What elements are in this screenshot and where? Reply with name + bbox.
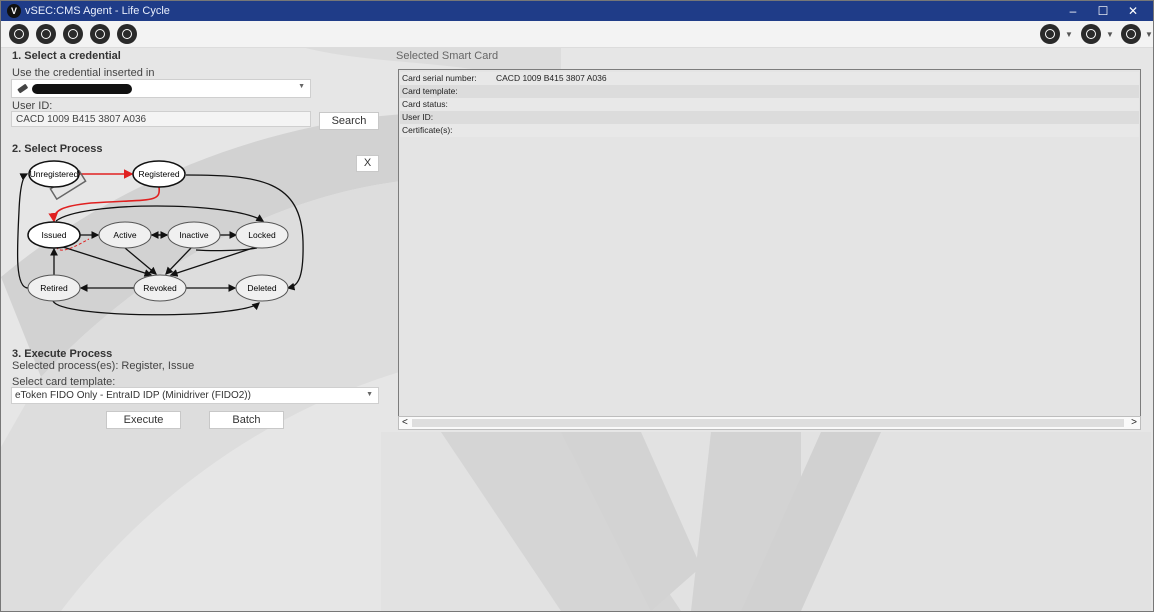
state-revoked[interactable]: Revoked bbox=[133, 274, 187, 302]
credential-reader-select[interactable]: ▼ bbox=[11, 79, 311, 98]
minimize-button[interactable]: – bbox=[1058, 1, 1088, 21]
horizontal-scrollbar[interactable]: < > bbox=[398, 416, 1141, 430]
card-info-label: Card serial number: bbox=[402, 73, 477, 83]
execute-button[interactable]: Execute bbox=[106, 411, 181, 429]
state-unregistered-label: Unregistered bbox=[30, 169, 79, 179]
state-active[interactable]: Active bbox=[98, 221, 152, 249]
batch-button[interactable]: Batch bbox=[209, 411, 284, 429]
app-logo-icon: V bbox=[7, 4, 21, 18]
state-retired[interactable]: Retired bbox=[27, 274, 81, 302]
user-icon[interactable] bbox=[1121, 24, 1141, 44]
maximize-button[interactable]: ☐ bbox=[1088, 1, 1118, 21]
state-inactive-label: Inactive bbox=[179, 230, 209, 240]
chevron-down-icon: ▼ bbox=[298, 83, 305, 90]
state-registered[interactable]: Registered bbox=[132, 160, 186, 188]
lifecycle-diagram: Unregistered Registered Issued Active In… bbox=[16, 160, 304, 316]
menu-dropdown-icon[interactable]: ▼ bbox=[1106, 30, 1114, 39]
state-revoked-label: Revoked bbox=[143, 283, 177, 293]
scrollbar-thumb[interactable] bbox=[412, 419, 1124, 427]
shield-icon[interactable] bbox=[63, 24, 83, 44]
state-retired-label: Retired bbox=[40, 283, 68, 293]
lock-icon[interactable] bbox=[36, 24, 56, 44]
refresh-icon[interactable] bbox=[117, 24, 137, 44]
usb-token-icon bbox=[17, 84, 28, 94]
clipboard-icon[interactable] bbox=[90, 24, 110, 44]
card-info-label: Card template: bbox=[402, 86, 458, 96]
card-info-row: Card serial number: CACD 1009 B415 3807 … bbox=[400, 72, 1139, 85]
scroll-left-icon[interactable]: < bbox=[402, 417, 408, 428]
glasses-dropdown-icon[interactable]: ▼ bbox=[1065, 30, 1073, 39]
smart-card-heading: Selected Smart Card bbox=[396, 50, 499, 62]
state-inactive[interactable]: Inactive bbox=[167, 221, 221, 249]
step1-heading: 1. Select a credential bbox=[12, 50, 121, 62]
state-registered-label: Registered bbox=[138, 169, 179, 179]
card-template-value: eToken FIDO Only - EntraID IDP (Minidriv… bbox=[15, 390, 251, 401]
card-info-row: Card template: bbox=[400, 85, 1139, 98]
scroll-right-icon[interactable]: > bbox=[1131, 417, 1137, 428]
card-info-label: User ID: bbox=[402, 112, 434, 122]
app-window: V vSEC:CMS Agent - Life Cycle – ☐ ✕ ▼ ▼ … bbox=[0, 0, 1154, 612]
state-locked-label: Locked bbox=[248, 230, 276, 240]
state-issued[interactable]: Issued bbox=[27, 221, 81, 249]
user-dropdown-icon[interactable]: ▼ bbox=[1145, 30, 1153, 39]
state-deleted[interactable]: Deleted bbox=[235, 274, 289, 302]
title-bar: V vSEC:CMS Agent - Life Cycle – ☐ ✕ bbox=[1, 1, 1153, 21]
user-id-input[interactable]: CACD 1009 B415 3807 A036 bbox=[11, 111, 311, 127]
close-button[interactable]: ✕ bbox=[1118, 1, 1148, 21]
search-button[interactable]: Search bbox=[319, 112, 379, 130]
card-info-label: Certificate(s): bbox=[402, 125, 453, 135]
state-active-label: Active bbox=[113, 230, 136, 240]
card-template-select[interactable]: eToken FIDO Only - EntraID IDP (Minidriv… bbox=[11, 387, 379, 404]
smart-card-details-panel: Card serial number: CACD 1009 B415 3807 … bbox=[398, 69, 1141, 417]
menu-icon[interactable] bbox=[1081, 24, 1101, 44]
step3-heading: 3. Execute Process bbox=[12, 348, 113, 360]
card-info-row: User ID: bbox=[400, 111, 1139, 124]
chevron-down-icon: ▼ bbox=[366, 391, 373, 398]
use-credential-label: Use the credential inserted in bbox=[12, 67, 155, 79]
card-info-row: Card status: bbox=[400, 98, 1139, 111]
state-deleted-label: Deleted bbox=[247, 283, 277, 293]
card-info-value: CACD 1009 B415 3807 A036 bbox=[496, 73, 607, 83]
lifecycle-icon[interactable] bbox=[9, 24, 29, 44]
card-info-row: Certificate(s): bbox=[400, 124, 1139, 137]
selected-processes-text: Selected process(es): Register, Issue bbox=[12, 360, 195, 372]
window-title: vSEC:CMS Agent - Life Cycle bbox=[25, 5, 170, 17]
state-unregistered[interactable]: Unregistered bbox=[28, 160, 80, 188]
glasses-icon[interactable] bbox=[1040, 24, 1060, 44]
redacted-reader-name bbox=[32, 84, 132, 94]
state-issued-label: Issued bbox=[41, 230, 66, 240]
state-locked[interactable]: Locked bbox=[235, 221, 289, 249]
toolbar: ▼ ▼ ▼ bbox=[1, 21, 1153, 48]
card-info-label: Card status: bbox=[402, 99, 448, 109]
